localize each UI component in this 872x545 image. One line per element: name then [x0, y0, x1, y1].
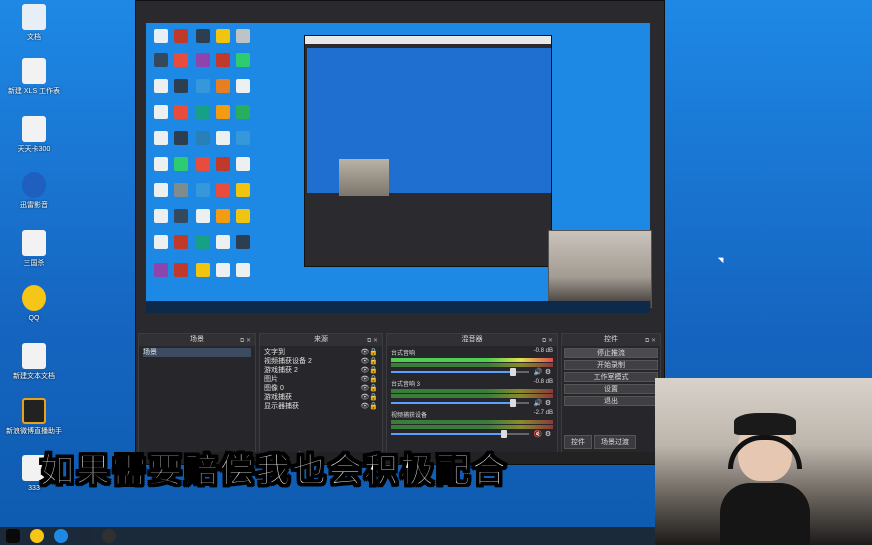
source-item[interactable]: 图片 👁🔒 — [264, 375, 378, 384]
player-icon[interactable] — [54, 529, 68, 543]
level-meter — [391, 389, 553, 393]
folder-icon — [22, 4, 46, 30]
streamer-webcam — [655, 378, 872, 545]
pin-icon[interactable]: ⧉ ✕ — [542, 335, 553, 347]
scenes-dock-title: 场景 — [190, 336, 204, 343]
streamer — [720, 413, 810, 545]
sources-dock-title: 来源 — [314, 336, 328, 343]
mixer-dock-title: 混音器 — [461, 336, 483, 343]
settings-button[interactable]: 设置 — [564, 384, 658, 394]
studio-mode-button[interactable]: 工作室模式 — [564, 372, 658, 382]
eye-icon[interactable]: 👁🔒 — [360, 375, 378, 384]
level-meter — [391, 358, 553, 362]
source-item[interactable]: 视频捕获设备 2 👁🔒 — [264, 357, 378, 366]
eye-icon[interactable]: 👁🔒 — [360, 402, 378, 411]
music-icon — [22, 285, 46, 311]
level-meter — [391, 394, 553, 398]
gear-icon[interactable]: ⚙ — [543, 430, 553, 438]
level-meter — [391, 420, 553, 424]
player-icon — [22, 172, 46, 198]
preview-desktop-icons — [150, 25, 270, 295]
source-item[interactable]: 文字到 👁🔒 — [264, 348, 378, 357]
stream-app-icon — [22, 398, 46, 424]
eye-icon[interactable]: 👁🔒 — [360, 357, 378, 366]
gear-icon[interactable]: ⚙ — [543, 399, 553, 407]
eye-icon[interactable]: 👁🔒 — [360, 366, 378, 375]
source-item[interactable]: 游戏捕获 2 👁🔒 — [264, 366, 378, 375]
mixer-channel: 台式音响 -0.8 dB 🔊 ⚙ — [391, 348, 553, 376]
speaker-icon[interactable]: 🔊 — [533, 399, 543, 407]
source-item[interactable]: 游戏捕获 👁🔒 — [264, 393, 378, 402]
steam-icon[interactable] — [78, 529, 92, 543]
controls-dock-title: 控件 — [604, 336, 618, 343]
desktop-icon-text[interactable]: 新建文本文档 — [6, 343, 62, 381]
volume-slider[interactable] — [391, 399, 529, 407]
tab-controls[interactable]: 控件 — [564, 435, 592, 449]
obs-window: 场景⧉ ✕ 场景 + − ∧ ∨ 来源⧉ ✕ 文字到👁🔒 视频捕获设备 2👁🔒 … — [135, 0, 665, 465]
source-item[interactable]: 图像 0 👁🔒 — [264, 384, 378, 393]
nested-obs-window — [304, 35, 552, 267]
stop-streaming-button[interactable]: 停止推流 — [564, 348, 658, 358]
webcam-source[interactable] — [548, 230, 652, 308]
preview-taskbar — [146, 301, 650, 313]
mixer-channel: 视频捕获设备 -2.7 dB 🔇 ⚙ — [391, 410, 553, 438]
level-meter — [391, 363, 553, 367]
desktop-icon-docs[interactable]: 文档 — [6, 4, 62, 42]
eye-icon[interactable]: 👁🔒 — [360, 393, 378, 402]
document-icon — [22, 116, 46, 142]
desktop-icon-weibo[interactable]: 新浪微博直播助手 — [6, 398, 62, 436]
pin-icon[interactable]: ⧉ ✕ — [240, 335, 251, 347]
level-meter — [391, 425, 553, 429]
muted-speaker-icon[interactable]: 🔇 — [533, 430, 543, 438]
start-icon[interactable] — [6, 529, 20, 543]
speaker-icon[interactable]: 🔊 — [533, 368, 543, 376]
subtitle-caption: 如果需要赔偿我也会积极配合 — [40, 451, 508, 492]
obs-preview[interactable] — [146, 23, 652, 313]
gear-icon[interactable]: ⚙ — [543, 368, 553, 376]
controls-dock: 控件 ⧉ ✕ 停止推流 开始录制 工作室模式 设置 退出 控件 场景过渡 — [561, 333, 661, 464]
start-recording-button[interactable]: 开始录制 — [564, 360, 658, 370]
desktop-icon-file[interactable]: 天天卡300 — [6, 116, 62, 154]
obs-icon[interactable] — [102, 529, 116, 543]
exit-button[interactable]: 退出 — [564, 396, 658, 406]
nested-webcam-source — [339, 159, 389, 196]
tab-scene-transitions[interactable]: 场景过渡 — [594, 435, 636, 449]
desktop-icon-music[interactable]: QQ — [6, 285, 62, 323]
music-icon[interactable] — [30, 529, 44, 543]
document-icon — [22, 230, 46, 256]
desktop-icon-game[interactable]: 三国杀 — [6, 230, 62, 268]
source-item[interactable]: 显示器捕获 👁🔒 — [264, 402, 378, 411]
document-icon — [22, 343, 46, 369]
eye-icon[interactable]: 👁🔒 — [360, 384, 378, 393]
spreadsheet-icon — [22, 58, 46, 84]
volume-slider[interactable] — [391, 430, 529, 438]
mixer-channel: 台式音响 3 -0.8 dB 🔊 ⚙ — [391, 379, 553, 407]
nested-title-bar — [305, 36, 551, 44]
eye-icon[interactable]: 👁🔒 — [360, 348, 378, 357]
pin-icon[interactable]: ⧉ ✕ — [367, 335, 378, 347]
volume-slider[interactable] — [391, 368, 529, 376]
desktop-icon-xls[interactable]: 新建 XLS 工作表 — [6, 58, 62, 96]
scene-item[interactable]: 场景 — [143, 348, 251, 357]
desktop-icon-player[interactable]: 迅雷影音 — [6, 172, 62, 210]
pin-icon[interactable]: ⧉ ✕ — [645, 335, 656, 347]
